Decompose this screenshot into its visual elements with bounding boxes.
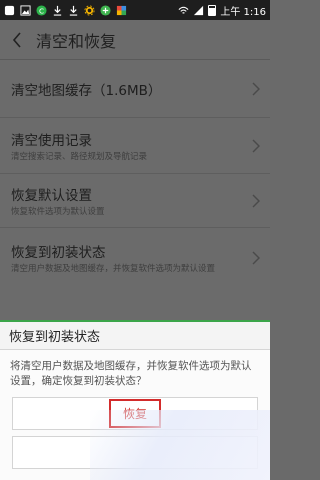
status-icons: C: [4, 4, 127, 16]
wifi-icon: [178, 6, 189, 14]
settings-item-title: 清空地图缓存（1.6MB）: [11, 82, 162, 99]
settings-item-title: 恢复默认设置: [11, 187, 92, 204]
battery-icon: [208, 4, 217, 16]
settings-item-subtitle: 清空搜索记录、路径规划及导航记录: [11, 151, 148, 162]
chevron-right-icon: [252, 82, 260, 95]
app-icon: C: [36, 4, 47, 16]
settings-item-restore-defaults[interactable]: 恢复默认设置 恢复软件选项为默认设置: [0, 174, 270, 228]
download-icon: [69, 5, 78, 16]
settings-item-title: 清空使用记录: [11, 132, 92, 149]
app-icon: [100, 4, 111, 16]
download-icon: [53, 5, 62, 16]
settings-item-factory-reset[interactable]: 恢复到初装状态 清空用户数据及地图缓存，并恢复软件选项为默认设置: [0, 228, 270, 288]
svg-text:C: C: [39, 6, 44, 15]
settings-item-subtitle: 恢复软件选项为默认设置: [11, 206, 105, 217]
settings-item-clear-history[interactable]: 清空使用记录 清空搜索记录、路径规划及导航记录: [0, 118, 270, 174]
confirm-dialog: 恢复到初装状态 将清空用户数据及地图缓存，并恢复软件选项为默认设置，确定恢复到初…: [0, 320, 270, 480]
signal-icon: [194, 5, 204, 15]
back-button[interactable]: [8, 31, 26, 49]
chevron-right-icon: [252, 194, 260, 207]
app-icon: [116, 5, 127, 15]
status-right: 上午 1:16: [178, 3, 266, 18]
chevron-left-icon: [12, 31, 21, 48]
dialog-title: 恢复到初装状态: [0, 320, 270, 350]
status-time: 上午 1:16: [220, 6, 266, 18]
cancel-button[interactable]: [12, 436, 258, 469]
chevron-right-icon: [252, 139, 260, 152]
image-icon: [20, 4, 31, 16]
settings-page: 清空和恢复 清空地图缓存（1.6MB） 清空使用记录 清空搜索记录、路径规划及导…: [0, 20, 270, 320]
status-bar: C 上午 1:16: [0, 0, 270, 20]
settings-icon: [84, 4, 95, 16]
dialog-message: 将清空用户数据及地图缓存，并恢复软件选项为默认设置，确定恢复到初装状态？: [10, 360, 252, 387]
settings-item-clear-cache[interactable]: 清空地图缓存（1.6MB）: [0, 60, 270, 118]
restore-button[interactable]: 恢复: [12, 397, 258, 430]
restore-button-label: 恢复: [108, 399, 161, 428]
chevron-right-icon: [252, 251, 260, 265]
settings-item-subtitle: 清空用户数据及地图缓存，并恢复软件选项为默认设置: [11, 264, 216, 274]
title-bar: 清空和恢复: [0, 20, 270, 60]
page-title: 清空和恢复: [36, 31, 117, 51]
notification-icon: [4, 5, 15, 15]
settings-item-title: 恢复到初装状态: [11, 245, 106, 261]
